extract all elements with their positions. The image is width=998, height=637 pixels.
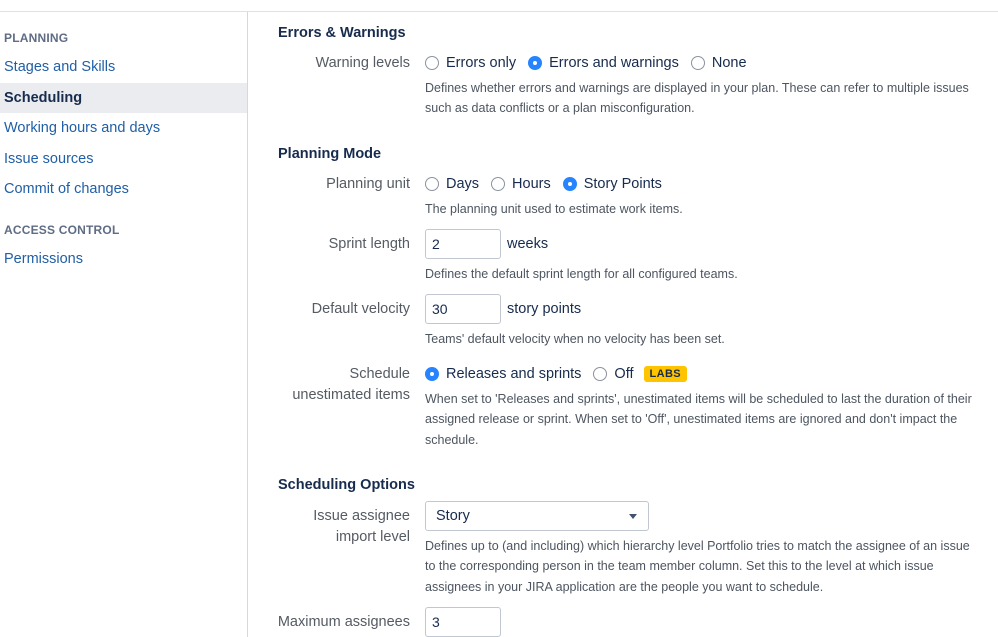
issue-assignee-description-line1: Defines up to (and including) which hier…	[425, 539, 970, 553]
planning-unit-label: Planning unit	[326, 176, 410, 192]
radio-circle[interactable]	[593, 367, 608, 381]
radio-circle[interactable]	[491, 177, 506, 191]
scheduling-settings-panel: Errors & Warnings Warning levels Errors …	[249, 12, 998, 637]
warning-levels-description-line2: such as data conflicts or a plan misconf…	[425, 101, 695, 115]
radio-days[interactable]: Days	[425, 176, 479, 192]
issue-assignee-description-line3: assignees in your JIRA application are t…	[425, 580, 824, 594]
radio-releases-and-sprints[interactable]: Releases and sprints	[425, 366, 581, 382]
radio-errors-only[interactable]: Errors only	[425, 55, 516, 71]
sidebar-item-working-hours[interactable]: Working hours and days	[0, 113, 247, 143]
default-velocity-description: Teams' default velocity when no velocity…	[425, 332, 725, 346]
radio-off[interactable]: Off	[593, 366, 634, 382]
access-control-heading: ACCESS CONTROL	[4, 223, 120, 237]
scheduling-options-title: Scheduling Options	[278, 477, 415, 493]
warning-levels-label: Warning levels	[315, 55, 410, 71]
schedule-unestimated-description-line2: assigned release or sprint. When set to …	[425, 412, 958, 426]
maximum-assignees-input[interactable]	[425, 607, 501, 637]
issue-assignee-description-line2: to the corresponding person in the team …	[425, 559, 934, 573]
sprint-length-input[interactable]	[425, 229, 501, 259]
schedule-unestimated-description-line3: schedule.	[425, 433, 479, 447]
radio-circle-checked[interactable]	[528, 56, 543, 70]
default-velocity-input[interactable]	[425, 294, 501, 324]
warning-levels-radio-group: Errors only Errors and warnings None	[425, 53, 759, 73]
radio-label: Errors only	[446, 55, 517, 71]
planning-unit-radio-group: Days Hours Story Points	[425, 174, 674, 194]
radio-circle-checked[interactable]	[425, 367, 439, 381]
settings-sidebar: PLANNING Stages and Skills Scheduling Wo…	[0, 12, 248, 637]
radio-errors-and-warnings[interactable]: Errors and warnings	[528, 55, 679, 71]
default-velocity-unit: story points	[507, 301, 582, 317]
sprint-length-description: Defines the default sprint length for al…	[425, 267, 738, 281]
sprint-length-unit: weeks	[507, 236, 549, 252]
radio-none[interactable]: None	[690, 55, 747, 71]
select-value: Story	[436, 508, 470, 524]
schedule-unestimated-radio-group: Releases and sprints Off LABS	[425, 364, 688, 384]
radio-label: Errors and warnings	[549, 55, 679, 71]
top-border	[0, 0, 998, 12]
schedule-unestimated-label-line2: unestimated items	[292, 387, 410, 403]
sprint-length-label: Sprint length	[328, 236, 410, 252]
sidebar-item-permissions[interactable]: Permissions	[0, 244, 247, 274]
radio-hours[interactable]: Hours	[491, 176, 551, 192]
chevron-down-icon	[629, 514, 637, 519]
default-velocity-label: Default velocity	[311, 301, 410, 317]
planning-unit-description: The planning unit used to estimate work …	[425, 202, 683, 216]
radio-label: Off	[614, 366, 634, 382]
radio-label: Days	[446, 176, 480, 192]
sidebar-item-stages-and-skills[interactable]: Stages and Skills	[0, 52, 247, 82]
labs-badge: LABS	[643, 366, 688, 382]
radio-circle[interactable]	[690, 56, 705, 70]
issue-assignee-import-level-select[interactable]: Story	[425, 501, 649, 531]
radio-circle[interactable]	[425, 177, 439, 191]
radio-circle-checked[interactable]	[562, 177, 577, 191]
planning-heading: PLANNING	[4, 31, 69, 45]
radio-label: None	[711, 55, 747, 71]
schedule-unestimated-description-line1: When set to 'Releases and sprints', unes…	[425, 392, 972, 406]
schedule-unestimated-label-line1: Schedule	[349, 366, 410, 382]
radio-story-points[interactable]: Story Points	[562, 176, 662, 192]
errors-warnings-title: Errors & Warnings	[278, 25, 406, 41]
issue-assignee-label-line1: Issue assignee	[313, 508, 410, 524]
radio-label: Hours	[512, 176, 551, 192]
warning-levels-description-line1: Defines whether errors and warnings are …	[425, 81, 969, 95]
planning-mode-title: Planning Mode	[278, 146, 382, 162]
sidebar-item-commit-of-changes[interactable]: Commit of changes	[0, 174, 247, 204]
radio-circle[interactable]	[425, 56, 439, 70]
maximum-assignees-label: Maximum assignees	[277, 614, 410, 630]
sidebar-item-scheduling[interactable]: Scheduling	[0, 83, 247, 113]
issue-assignee-label-line2: import level	[335, 529, 410, 545]
sidebar-item-issue-sources[interactable]: Issue sources	[0, 144, 247, 174]
radio-label: Releases and sprints	[446, 366, 582, 382]
radio-label: Story Points	[583, 176, 662, 192]
